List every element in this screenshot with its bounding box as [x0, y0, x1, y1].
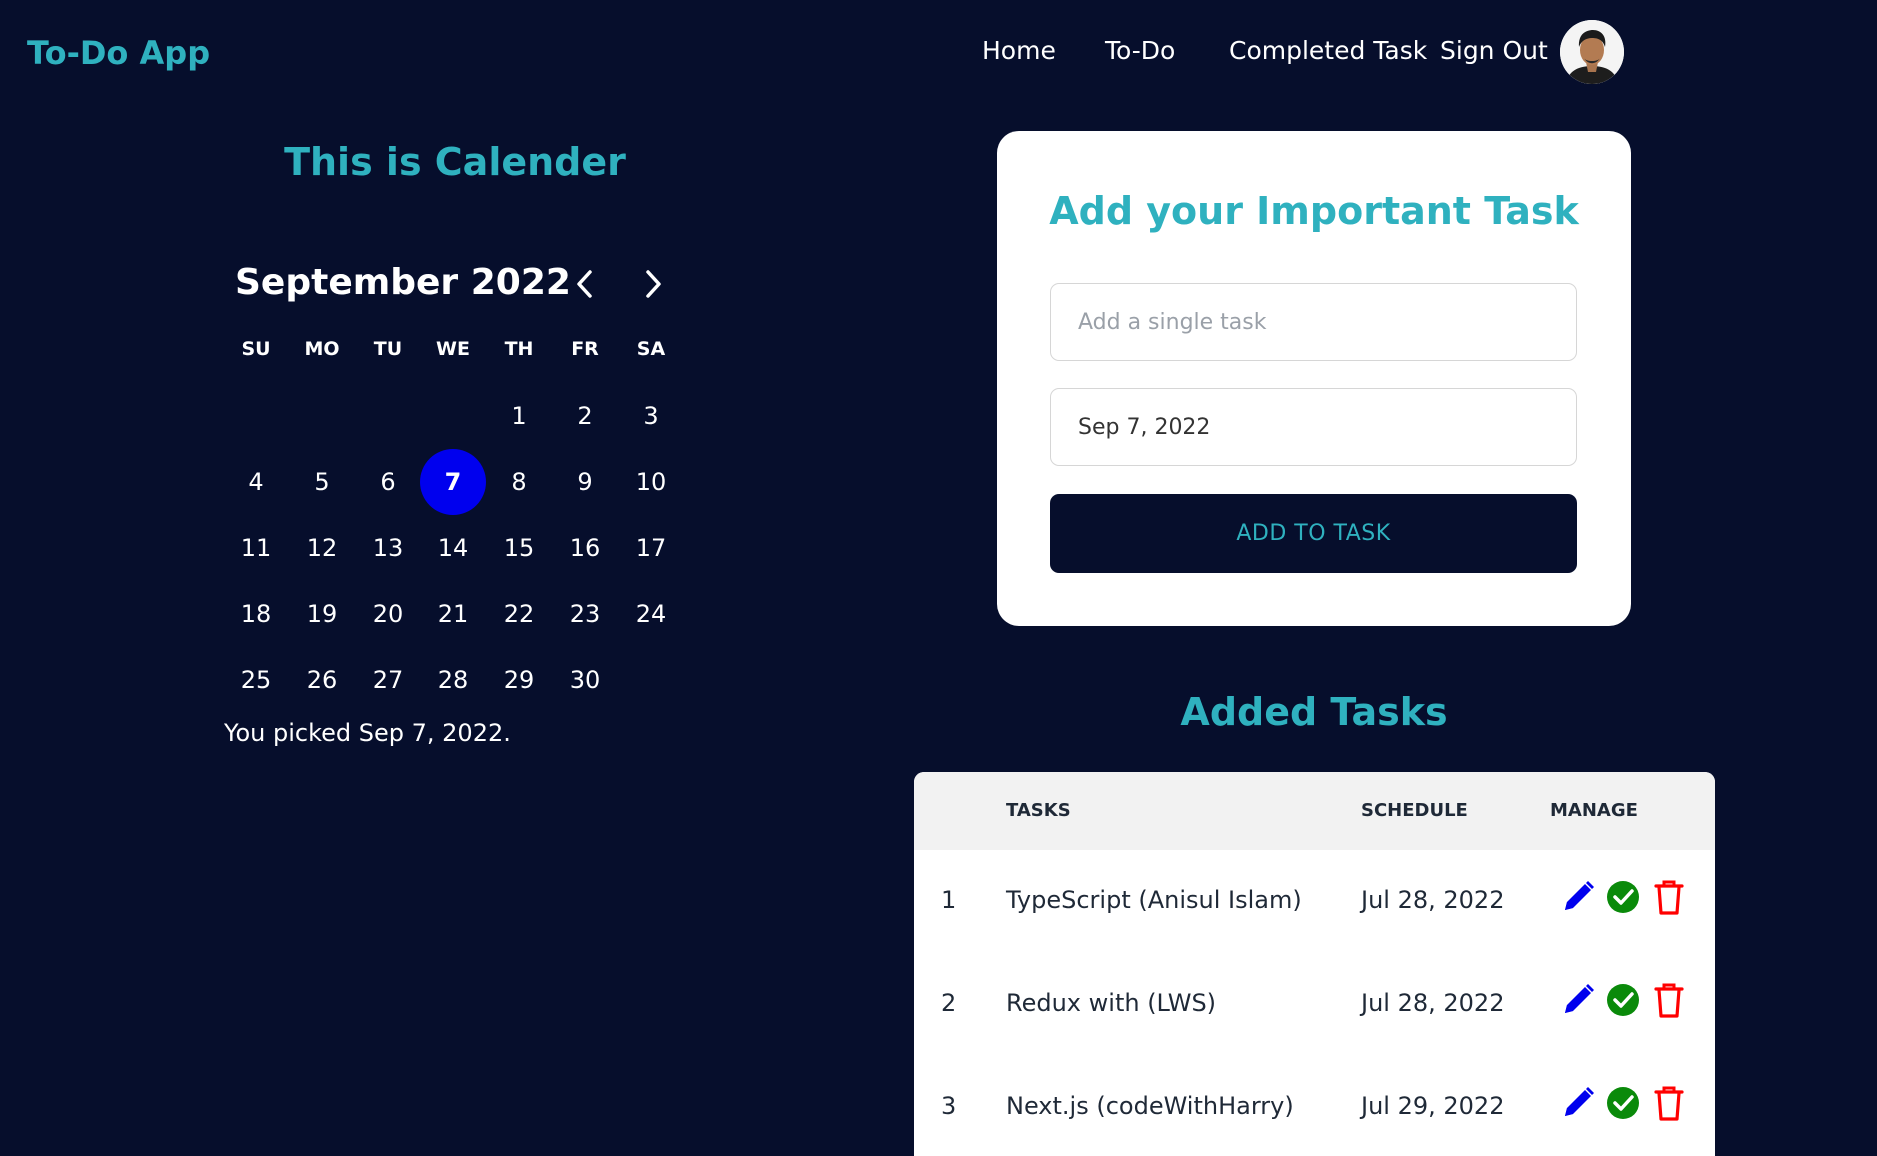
check-circle-icon [1605, 984, 1641, 1023]
add-to-task-button[interactable]: ADD TO TASK [1050, 494, 1577, 573]
pencil-icon [1559, 984, 1595, 1023]
calendar-day[interactable]: 13 [355, 515, 421, 581]
nav-sign-out[interactable]: Sign Out [1440, 36, 1548, 65]
calendar-day[interactable]: 19 [289, 581, 355, 647]
weekday-label: SU [241, 338, 271, 360]
calendar-day[interactable]: 21 [420, 581, 486, 647]
calendar-day[interactable]: 26 [289, 647, 355, 713]
calendar-day[interactable]: 22 [486, 581, 552, 647]
task-number: 2 [941, 989, 957, 1017]
column-header-manage: MANAGE [1550, 800, 1638, 821]
calendar-day[interactable]: 3 [618, 383, 684, 449]
calendar-day[interactable]: 9 [552, 449, 618, 515]
calendar-day[interactable]: 14 [420, 515, 486, 581]
page: To-Do App Home To-Do Completed Task Sign… [0, 0, 1877, 1156]
task-name: TypeScript (Anisul Islam) [1006, 886, 1302, 914]
edit-task-button[interactable] [1559, 878, 1595, 916]
task-schedule: Jul 28, 2022 [1361, 886, 1505, 914]
task-name: Next.js (codeWithHarry) [1006, 1092, 1294, 1120]
calendar-day[interactable]: 20 [355, 581, 421, 647]
complete-task-button[interactable] [1605, 878, 1641, 916]
nav-home[interactable]: Home [982, 36, 1056, 65]
calendar-day[interactable]: 6 [355, 449, 421, 515]
calendar-day[interactable]: 28 [420, 647, 486, 713]
calendar-day[interactable]: 2 [552, 383, 618, 449]
calendar-day[interactable]: 16 [552, 515, 618, 581]
tasks-table: TASKS SCHEDULE MANAGE 1 TypeScript (Anisu… [914, 772, 1715, 1156]
column-header-tasks: TASKS [1006, 800, 1071, 821]
weekday-label: WE [436, 338, 470, 360]
avatar-portrait-icon [1560, 20, 1624, 84]
weekday-label: SA [636, 338, 666, 360]
calendar-day[interactable]: 17 [618, 515, 684, 581]
picked-date-text: You picked Sep 7, 2022. [224, 719, 511, 747]
weekday-label: TU [373, 338, 403, 360]
chevron-left-icon [577, 270, 592, 298]
edit-task-button[interactable] [1559, 981, 1595, 1019]
task-number: 3 [941, 1092, 957, 1120]
nav-todo[interactable]: To-Do [1105, 36, 1175, 65]
calendar-day[interactable]: 12 [289, 515, 355, 581]
calendar-month-label: September 2022 [235, 262, 571, 303]
add-task-title: Add your Important Task [1049, 189, 1579, 233]
calendar-day-selected[interactable]: 7 [420, 449, 486, 515]
weekday-label: MO [304, 338, 340, 360]
next-month-button[interactable] [636, 262, 672, 306]
pencil-icon [1559, 1087, 1595, 1126]
calendar-day[interactable]: 24 [618, 581, 684, 647]
weekday-label: TH [504, 338, 534, 360]
calendar-day[interactable]: 29 [486, 647, 552, 713]
calendar-day[interactable]: 25 [223, 647, 289, 713]
added-tasks-heading: Added Tasks [1180, 690, 1448, 734]
task-schedule: Jul 28, 2022 [1361, 989, 1505, 1017]
calendar-heading: This is Calender [284, 140, 626, 184]
calendar-day[interactable]: 11 [223, 515, 289, 581]
trash-icon [1651, 880, 1687, 920]
nav-completed-task[interactable]: Completed Task [1229, 36, 1427, 65]
calendar-day[interactable]: 30 [552, 647, 618, 713]
delete-task-button[interactable] [1651, 1084, 1687, 1122]
prev-month-button[interactable] [566, 262, 602, 306]
task-schedule: Jul 29, 2022 [1361, 1092, 1505, 1120]
calendar-day[interactable]: 8 [486, 449, 552, 515]
table-row: 2 Redux with (LWS) Jul 28, 2022 [914, 953, 1715, 1057]
trash-icon [1651, 1086, 1687, 1126]
weekday-label: FR [571, 338, 599, 360]
calendar-day[interactable]: 5 [289, 449, 355, 515]
date-field[interactable] [1050, 388, 1577, 466]
calendar-day[interactable]: 18 [223, 581, 289, 647]
task-number: 1 [941, 886, 957, 914]
calendar-day[interactable]: 1 [486, 383, 552, 449]
complete-task-button[interactable] [1605, 1084, 1641, 1122]
table-row: 1 TypeScript (Anisul Islam) Jul 28, 2022 [914, 850, 1715, 954]
column-header-schedule: SCHEDULE [1361, 800, 1468, 821]
delete-task-button[interactable] [1651, 878, 1687, 916]
chevron-right-icon [646, 270, 661, 298]
calendar-day[interactable]: 10 [618, 449, 684, 515]
table-header: TASKS SCHEDULE MANAGE [914, 772, 1715, 850]
delete-task-button[interactable] [1651, 981, 1687, 1019]
complete-task-button[interactable] [1605, 981, 1641, 1019]
add-task-card: Add your Important Task ADD TO TASK [997, 131, 1631, 626]
check-circle-icon [1605, 1087, 1641, 1126]
calendar-day[interactable]: 4 [223, 449, 289, 515]
pencil-icon [1559, 881, 1595, 920]
edit-task-button[interactable] [1559, 1084, 1595, 1122]
check-circle-icon [1605, 881, 1641, 920]
task-name: Redux with (LWS) [1006, 989, 1217, 1017]
task-input[interactable] [1050, 283, 1577, 361]
calendar-day[interactable]: 27 [355, 647, 421, 713]
trash-icon [1651, 983, 1687, 1023]
calendar-day[interactable]: 23 [552, 581, 618, 647]
user-avatar[interactable] [1560, 20, 1624, 84]
calendar-day[interactable]: 15 [486, 515, 552, 581]
app-brand[interactable]: To-Do App [27, 34, 210, 72]
table-row: 3 Next.js (codeWithHarry) Jul 29, 2022 [914, 1056, 1715, 1156]
